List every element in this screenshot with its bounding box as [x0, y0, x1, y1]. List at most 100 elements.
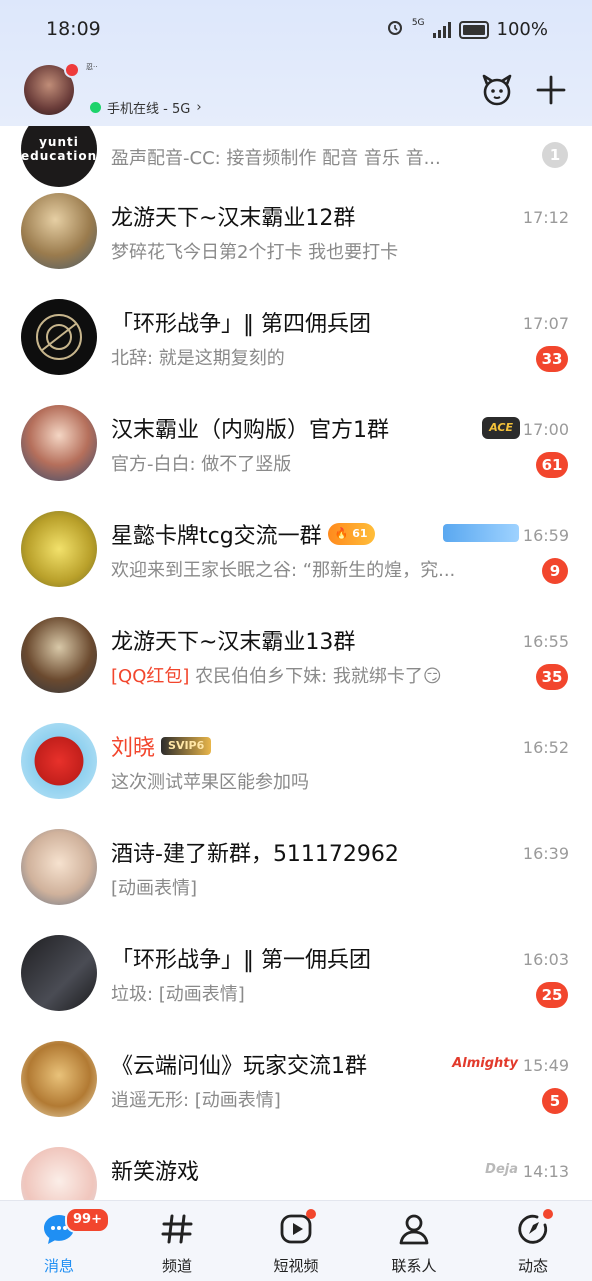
conversation-title: 龙游天下~汉末霸业12群: [111, 200, 355, 232]
nav-label: 消息: [43, 1257, 74, 1275]
message-preview: 盈声配音-CC: 接音频制作 配音 音乐 音...: [111, 148, 441, 169]
message-preview: 垃圾: [动画表情]: [111, 984, 245, 1005]
conversation-title-text: 「环形战争」‖ 第四佣兵团: [111, 312, 371, 337]
conversation-item[interactable]: 《云端问仙》玩家交流1群 Almighty 逍遥无形: [动画表情] 15:49…: [0, 1026, 592, 1132]
message-time: 16:59: [522, 526, 569, 545]
avatar: [21, 193, 97, 269]
conversation-item[interactable]: 「环形战争」‖ 第四佣兵团 北辞: 就是这期复刻的 17:07 33: [0, 284, 592, 390]
svip-badge: SVIP6: [161, 737, 212, 755]
avatar: [21, 1147, 97, 1200]
status-icons: 5G 100%: [386, 18, 548, 41]
conversation-item[interactable]: 汉末霸业（内购版）官方1群 官方-白白: 做不了竖版 ACE 17:00 61: [0, 390, 592, 496]
conversation-title: 「环形战争」‖ 第四佣兵团: [111, 306, 371, 338]
online-dot-icon: [90, 102, 101, 113]
nav-label: 短视频: [273, 1257, 319, 1275]
group-tag: Almighty: [452, 1056, 518, 1071]
conversation-title-text: 《云端问仙》玩家交流1群: [111, 1054, 367, 1079]
group-decoration-badge: [443, 524, 519, 542]
conversation-title: 汉末霸业（内购版）官方1群: [111, 412, 389, 444]
message-preview: [动画表情]: [111, 878, 198, 899]
message-preview: 这次测试苹果区能参加吗: [111, 772, 309, 793]
message-time: 17:12: [522, 208, 569, 227]
bottom-navigation: 99+ 消息 频道 短视频 联系人 动态: [0, 1200, 592, 1281]
message-time: 16:52: [522, 738, 569, 757]
conversation-item[interactable]: 星懿卡牌tcg交流一群 🔥 61 欢迎来到王家长眠之谷: “那新生的煌，究...…: [0, 496, 592, 602]
online-status-label: 手机在线 - 5G: [107, 102, 191, 117]
message-preview: 梦碎花飞今日第2个打卡 我也要打卡: [111, 242, 399, 263]
unread-badge: 5: [542, 1088, 568, 1114]
conversation-item[interactable]: 刘晓 SVIP6 这次测试苹果区能参加吗 16:52: [0, 708, 592, 814]
conversation-item[interactable]: 龙游天下~汉末霸业12群 梦碎花飞今日第2个打卡 我也要打卡 17:12: [0, 178, 592, 284]
avatar: [21, 617, 97, 693]
conversation-list[interactable]: yunti education 盈声配音-CC: 接音频制作 配音 音乐 音..…: [0, 126, 592, 1200]
avatar: [21, 935, 97, 1011]
message-preview: 欢迎来到王家长眠之谷: “那新生的煌，究...: [111, 560, 456, 581]
online-status[interactable]: 手机在线 - 5G ›: [90, 98, 202, 117]
conversation-title: 龙游天下~汉末霸业13群: [111, 624, 355, 656]
flame-icon: 🔥: [334, 527, 349, 540]
conversation-title-text: 「环形战争」‖ 第一佣兵团: [111, 948, 371, 973]
nav-label: 动态: [517, 1257, 548, 1275]
conversation-item[interactable]: 龙游天下~汉末霸业13群 [QQ红包] 农民伯伯乡下妹: 我就绑卡了😏 16:5…: [0, 602, 592, 708]
nav-label: 联系人: [391, 1257, 437, 1275]
unread-badge: 25: [536, 982, 568, 1008]
message-preview-text: 农民伯伯乡下妹: 我就绑卡了😏: [189, 666, 442, 687]
conversation-title-text: 新笑游戏: [111, 1160, 200, 1185]
conversation-title: 《云端问仙》玩家交流1群: [111, 1048, 367, 1080]
conversation-item[interactable]: 新笑游戏 Deja 14:13: [0, 1132, 592, 1200]
message-preview: 北辞: 就是这期复刻的: [111, 348, 285, 369]
header: 忍·· 手机在线 - 5G ›: [0, 62, 592, 126]
conversation-title: 新笑游戏: [111, 1154, 199, 1186]
message-bubble-icon: 99+: [41, 1207, 110, 1247]
add-icon[interactable]: [531, 70, 571, 110]
unread-badge: 1: [542, 142, 568, 168]
message-time: 17:07: [522, 314, 569, 333]
unread-badge: 9: [542, 558, 568, 584]
unread-badge: 33: [536, 346, 568, 372]
conversation-item[interactable]: 「环形战争」‖ 第一佣兵团 垃圾: [动画表情] 16:03 25: [0, 920, 592, 1026]
nav-label: 频道: [161, 1257, 192, 1275]
status-bar: 18:09 5G 100%: [0, 0, 592, 62]
battery-percent: 100%: [496, 19, 548, 40]
network-label: 5G: [411, 18, 425, 28]
nav-unread-badge: 99+: [65, 1207, 110, 1233]
compass-star-icon: [515, 1209, 553, 1247]
conversation-title-text: 龙游天下~汉末霸业13群: [111, 630, 356, 655]
message-time: 16:03: [522, 950, 569, 969]
conversation-title-text: 汉末霸业（内购版）官方1群: [111, 418, 389, 443]
message-preview: [QQ红包] 农民伯伯乡下妹: 我就绑卡了😏: [111, 662, 442, 688]
nav-channels[interactable]: 频道: [132, 1209, 222, 1275]
battery-icon: [458, 20, 489, 39]
conversation-title: 酒诗-建了新群，511172962: [111, 836, 399, 868]
notification-dot: [64, 62, 80, 78]
conversation-title: 「环形战争」‖ 第一佣兵团: [111, 942, 371, 974]
avatar: [21, 1041, 97, 1117]
chevron-right-icon: ›: [196, 100, 202, 115]
conversation-title-text: 星懿卡牌tcg交流一群: [111, 524, 322, 549]
avatar: [21, 299, 97, 375]
nav-short-video[interactable]: 短视频: [251, 1209, 341, 1275]
group-tag: Deja: [485, 1162, 518, 1177]
message-time: 16:55: [522, 632, 569, 651]
avatar: [21, 829, 97, 905]
avatar-logo-text: yunti education: [21, 135, 97, 163]
conversation-item[interactable]: 酒诗-建了新群，511172962 [动画表情] 16:39: [0, 814, 592, 920]
signal-icon: [432, 21, 451, 38]
conversation-title: 刘晓 SVIP6: [111, 730, 212, 762]
video-play-icon: [278, 1209, 316, 1247]
avatar: [21, 511, 97, 587]
conversation-title-text: 龙游天下~汉末霸业12群: [111, 206, 356, 231]
message-time: 16:39: [522, 844, 569, 863]
avatar: [21, 405, 97, 481]
nav-moments[interactable]: 动态: [488, 1209, 578, 1275]
conversation-title-text: 酒诗-建了新群，511172962: [111, 842, 399, 867]
nav-contacts[interactable]: 联系人: [369, 1209, 459, 1275]
message-time: 14:13: [522, 1162, 569, 1181]
status-time: 18:09: [46, 18, 101, 40]
pet-icon[interactable]: [477, 70, 517, 110]
nav-notification-dot: [306, 1209, 316, 1219]
nav-messages[interactable]: 99+ 消息: [14, 1207, 110, 1275]
unread-badge: 61: [536, 452, 568, 478]
message-preview: 逍遥无形: [动画表情]: [111, 1090, 281, 1111]
conversation-title-text: 刘晓: [111, 736, 156, 761]
